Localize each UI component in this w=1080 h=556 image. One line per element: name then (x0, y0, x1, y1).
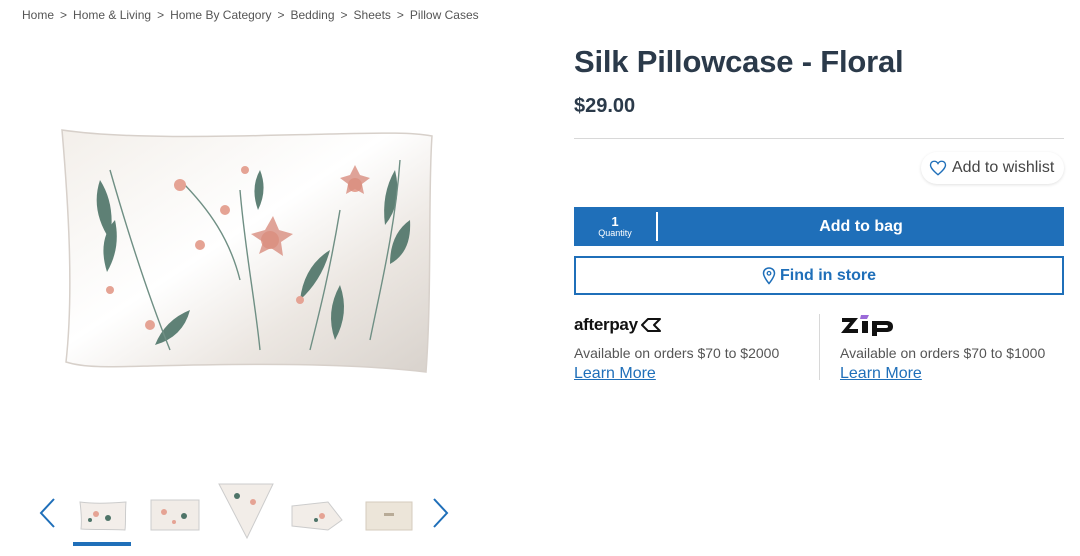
selected-thumbnail-indicator (73, 542, 131, 546)
breadcrumb-separator: > (396, 8, 404, 22)
breadcrumb-home-by-category[interactable]: Home By Category (170, 8, 271, 22)
afterpay-arrows-icon (640, 318, 661, 332)
divider (574, 138, 1064, 139)
add-to-bag-button[interactable]: Add to bag (658, 207, 1064, 246)
thumbnail-3[interactable] (217, 482, 275, 540)
location-pin-icon (762, 266, 776, 285)
afterpay-availability: Available on orders $70 to $2000 (574, 345, 780, 361)
thumbnail-carousel (36, 480, 456, 550)
payment-divider (819, 314, 820, 380)
heart-icon (929, 160, 947, 176)
breadcrumb-pillow-cases[interactable]: Pillow Cases (410, 8, 479, 22)
add-to-bag-bar: 1 Quantity Add to bag (574, 207, 1064, 246)
quantity-value: 1 (611, 213, 619, 229)
thumbnail-2[interactable] (146, 490, 204, 538)
add-to-wishlist-button[interactable]: Add to wishlist (921, 152, 1065, 184)
zip-availability: Available on orders $70 to $1000 (840, 345, 1046, 361)
breadcrumb-home-living[interactable]: Home & Living (73, 8, 151, 22)
quantity-selector[interactable]: 1 Quantity (574, 207, 656, 246)
breadcrumb-bedding[interactable]: Bedding (290, 8, 334, 22)
thumbnail-5[interactable] (360, 490, 418, 538)
zip-logo (840, 314, 1045, 336)
breadcrumb-separator: > (157, 8, 165, 22)
thumbnail-4[interactable] (288, 490, 346, 538)
breadcrumb-separator: > (277, 8, 285, 22)
zip-section: Available on orders $70 to $1000 Learn M… (840, 314, 1045, 383)
zip-learn-more-link[interactable]: Learn More (840, 365, 922, 383)
breadcrumb-sheets[interactable]: Sheets (354, 8, 391, 22)
chevron-left-icon (39, 498, 55, 528)
carousel-prev-button[interactable] (36, 496, 58, 530)
product-title: Silk Pillowcase - Floral (574, 44, 904, 79)
wishlist-label: Add to wishlist (952, 159, 1055, 176)
chevron-right-icon (433, 498, 449, 528)
afterpay-logo: afterpay (574, 314, 779, 336)
thumbnail-1[interactable] (74, 490, 132, 538)
zip-logo-icon (841, 315, 893, 336)
breadcrumb: Home > Home & Living > Home By Category … (22, 8, 479, 22)
product-main-image[interactable] (40, 110, 450, 400)
carousel-next-button[interactable] (430, 496, 452, 530)
afterpay-section: afterpay Available on orders $70 to $200… (574, 314, 779, 383)
afterpay-learn-more-link[interactable]: Learn More (574, 365, 656, 383)
breadcrumb-separator: > (60, 8, 68, 22)
breadcrumb-home[interactable]: Home (22, 8, 54, 22)
quantity-label: Quantity (598, 227, 632, 238)
afterpay-logo-text: afterpay (574, 315, 638, 334)
breadcrumb-separator: > (340, 8, 348, 22)
find-in-store-label: Find in store (780, 266, 876, 284)
product-price: $29.00 (574, 95, 636, 117)
pillowcase-image (61, 129, 433, 373)
find-in-store-button[interactable]: Find in store (574, 256, 1064, 295)
